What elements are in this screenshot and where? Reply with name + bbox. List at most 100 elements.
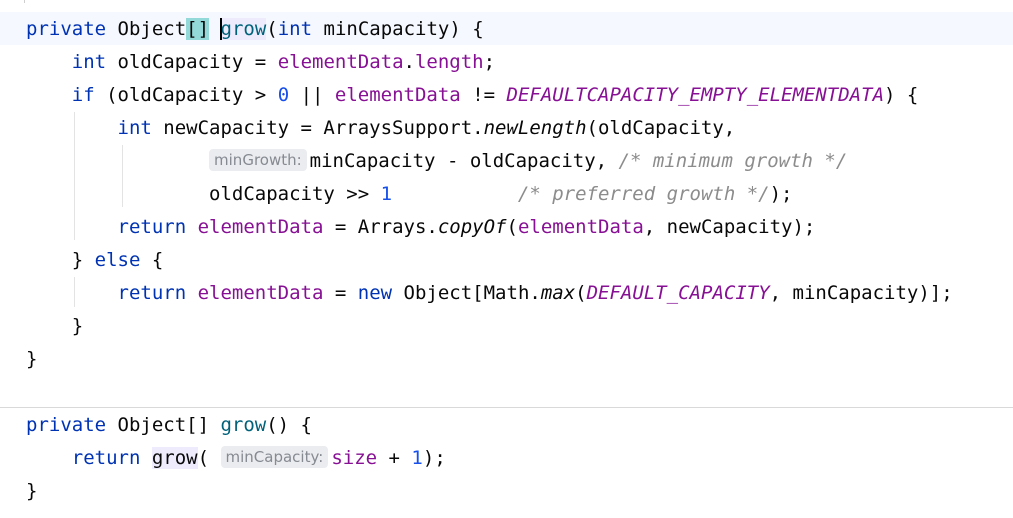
code-line[interactable]: return grow( minCapacity: size + 1); [0, 441, 1013, 474]
code-line[interactable]: minGrowth: minCapacity - oldCapacity, /* … [0, 144, 1013, 177]
code-token: 1 [380, 183, 393, 205]
code-text: int newCapacity = ArraysSupport.newLengt… [26, 117, 736, 139]
code-editor[interactable]: private Object[] grow(int minCapacity) {… [0, 0, 1013, 518]
code-token: elementData [197, 216, 324, 238]
code-token: [] [186, 18, 210, 40]
code-token: ( [575, 282, 587, 304]
code-token: ) { [884, 84, 919, 106]
code-line[interactable]: } [0, 342, 1013, 375]
code-token: DEFAULTCAPACITY_EMPTY_ELEMENTDATA [506, 84, 885, 106]
code-token: new [357, 282, 393, 304]
code-token: Object [117, 18, 187, 40]
code-token: + [377, 447, 412, 469]
code-text: minGrowth: minCapacity - oldCapacity, /* … [26, 148, 848, 173]
code-token: elementData [517, 216, 644, 238]
code-token: elementData [277, 51, 404, 73]
code-token: oldCapacity = [106, 51, 278, 73]
code-line[interactable] [0, 375, 1013, 408]
code-token: size [331, 447, 378, 469]
code-line[interactable]: } else { [0, 243, 1013, 276]
code-token: 0 [277, 84, 290, 106]
code-token: private [26, 414, 107, 436]
code-token: elementData [197, 282, 324, 304]
code-line[interactable]: oldCapacity >> 1 /* preferred growth */)… [0, 177, 1013, 210]
code-token: 1 [411, 447, 423, 469]
code-text: } [26, 480, 37, 502]
code-line[interactable]: } [0, 309, 1013, 342]
code-token: max [540, 282, 576, 304]
code-text: } else { [26, 249, 164, 271]
code-token: int [71, 51, 107, 73]
code-text: if (oldCapacity > 0 || elementData != DE… [26, 84, 919, 106]
code-token: return [117, 216, 187, 238]
code-token: . [403, 51, 415, 73]
code-text: private Object[] grow() { [26, 414, 312, 436]
code-token: private [26, 18, 107, 40]
code-token: ( [197, 447, 221, 469]
text-caret [219, 18, 222, 40]
code-token: int [117, 117, 152, 139]
code-token: return [117, 282, 187, 304]
code-token: } [26, 249, 95, 271]
fold-marker [24, 0, 25, 3]
code-token: /* preferred growth */ [517, 183, 770, 205]
code-text: oldCapacity >> 1 /* preferred growth */)… [26, 183, 792, 205]
code-token: grow [220, 18, 267, 40]
code-line[interactable]: } [0, 474, 1013, 507]
code-token: minCapacity - oldCapacity, [309, 150, 619, 172]
code-line[interactable]: int oldCapacity = elementData.length; [0, 45, 1013, 78]
code-token: , minCapacity)]; [769, 282, 953, 304]
code-token: length [414, 51, 484, 73]
code-token: newCapacity = ArraysSupport. [151, 117, 484, 139]
code-line[interactable]: return elementData = new Object[Math.max… [0, 276, 1013, 309]
code-token: (oldCapacity, [586, 117, 736, 139]
code-token: || [289, 84, 335, 106]
code-text: int oldCapacity = elementData.length; [26, 51, 495, 73]
code-token: /* minimum growth */ [618, 150, 848, 172]
code-token: = [323, 282, 358, 304]
code-token: Object[] [106, 414, 221, 436]
code-token: ( [266, 18, 278, 40]
code-token: return [71, 447, 141, 469]
code-token: int [277, 18, 313, 40]
code-line[interactable]: return elementData = Arrays.copyOf(eleme… [0, 210, 1013, 243]
code-line[interactable]: int newCapacity = ArraysSupport.newLengt… [0, 111, 1013, 144]
code-line[interactable]: private Object[] grow(int minCapacity) { [0, 12, 1013, 45]
parameter-name-hint[interactable]: minGrowth: [209, 148, 307, 171]
code-token: if [71, 84, 95, 106]
code-token: (oldCapacity > [94, 84, 278, 106]
code-line[interactable]: if (oldCapacity > 0 || elementData != DE… [0, 78, 1013, 111]
code-text: } [26, 348, 37, 370]
code-token: , newCapacity); [643, 216, 816, 238]
code-text: return elementData = new Object[Math.max… [26, 282, 953, 304]
code-token: ( [506, 216, 518, 238]
code-token: oldCapacity >> [209, 183, 381, 205]
code-token: () { [266, 414, 312, 436]
code-token: } [26, 348, 38, 370]
code-token: { [140, 249, 164, 271]
code-token: Object[Math. [392, 282, 541, 304]
code-line[interactable]: private Object[] grow() { [0, 408, 1013, 441]
parameter-name-hint[interactable]: minCapacity: [220, 445, 329, 468]
code-token: = Arrays. [323, 216, 438, 238]
code-token: DEFAULT_CAPACITY [586, 282, 770, 304]
code-text: private Object[] grow(int minCapacity) { [26, 18, 484, 40]
code-token: grow [151, 447, 198, 469]
code-text: return grow( minCapacity: size + 1); [26, 445, 446, 470]
code-token: } [26, 480, 38, 502]
code-text: return elementData = Arrays.copyOf(eleme… [26, 216, 816, 238]
code-token: else [94, 249, 141, 271]
